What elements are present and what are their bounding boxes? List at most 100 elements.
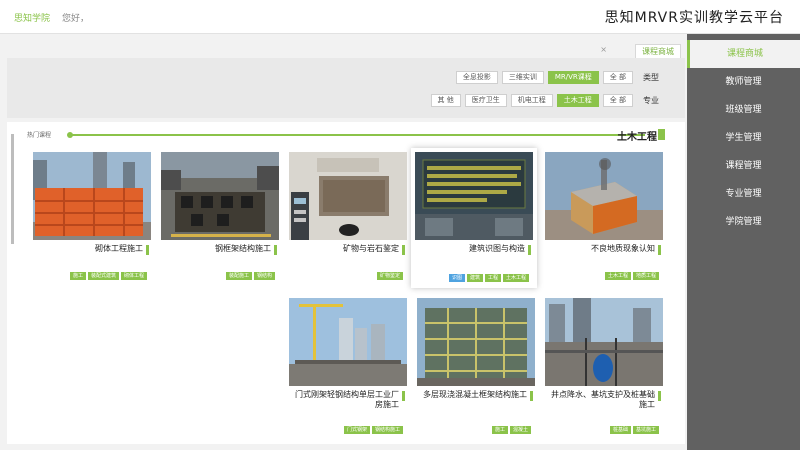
course-title: 井点降水、基坑支护及桩基础施工 [551,390,655,409]
course-thumbnail [545,298,663,386]
course-tags: 基坑施工 桩基础 [609,426,659,434]
course-tag: 装配式建筑 [87,272,119,280]
sidebar-item-colleges[interactable]: 学院管理 [687,208,800,236]
course-list-area: 热门课程 土木工程 不良地质现象认知 地质工程 土木工程 建筑识图与构造 土木工… [7,122,685,444]
course-tag: 建筑 [466,274,483,282]
major-filter-label: 专业 [643,95,659,105]
sidebar: 课程商城 教师管理 班级管理 学生管理 课程管理 专业管理 学院管理 [687,34,800,450]
sidebar-item-courses[interactable]: 课程管理 [687,152,800,180]
concrete-frame-scene-image [417,298,535,386]
course-tags: 矿物鉴定 [376,272,403,280]
course-tag: 装配施工 [225,272,252,280]
steel-frame-scene-image [161,152,279,240]
course-tags: 地质工程 土木工程 [604,272,659,280]
filter-panel: 类型 全 部 MR/VR课程 三维实训 全息投影 专业 全 部 土木工程 机电工… [7,58,685,118]
title-marker [658,245,661,255]
type-chip-hologram[interactable]: 全息投影 [455,70,498,84]
course-tag: 工程 [484,274,501,282]
top-header: 思知学院 您好， 思知MRVR实训教学云平台 [0,0,800,34]
course-title: 门式刚架轻钢结构单层工业厂房施工 [295,390,399,409]
course-thumbnail [289,298,407,386]
course-card-concrete-frame[interactable]: 多层现浇混凝土框架结构施工 混凝土 施工 [417,298,535,438]
sidebar-item-teachers[interactable]: 教师管理 [687,68,800,96]
course-tag: 门式钢架 [343,426,370,434]
sidebar-item-students[interactable]: 学生管理 [687,124,800,152]
major-chip-medical[interactable]: 医疗卫生 [464,93,507,107]
section-title: 土木工程 [617,132,657,143]
course-card-portal-frame[interactable]: 门式刚架轻钢结构单层工业厂房施工 钢结构施工 门式钢架 [289,298,407,438]
major-chip-mech[interactable]: 机电工程 [510,93,553,107]
course-thumbnail [289,152,407,240]
major-filter-row: 专业 全 部 土木工程 机电工程 医疗卫生 其 他 [430,93,665,107]
course-tags: 混凝土 施工 [491,426,531,434]
app-title: 思知MRVR实训教学云平台 [604,10,784,26]
course-card-steel-frame[interactable]: 钢框架结构施工 钢结构 装配施工 [161,152,279,284]
course-tag: 砌体工程 [120,272,147,280]
type-chip-3d[interactable]: 三维实训 [501,70,544,84]
course-thumbnail [161,152,279,240]
course-card-architecture[interactable]: 建筑识图与构造 土木工程 工程 建筑 识图 [411,148,537,288]
title-marker [530,391,533,401]
course-card-foundation[interactable]: 井点降水、基坑支护及桩基础施工 基坑施工 桩基础 [545,298,663,438]
course-thumbnail [33,152,151,240]
hot-courses-label: 热门课程 [27,132,52,139]
course-thumbnail [415,152,533,240]
course-tag: 基坑施工 [632,426,659,434]
course-card-masonry[interactable]: 砌体工程施工 砌体工程 装配式建筑 施工 [33,152,151,284]
major-chip-other[interactable]: 其 他 [430,93,461,107]
section-marker [658,129,665,140]
major-chip-civil[interactable]: 土木工程 [556,93,599,107]
course-title: 多层现浇混凝土框架结构施工 [423,390,527,399]
greeting-text: 您好， [62,14,90,24]
mineral-lab-image [289,152,407,240]
masonry-scene-image [33,152,151,240]
course-tags: 砌体工程 装配式建筑 施工 [69,272,147,280]
close-icon[interactable]: × [600,45,607,54]
course-tag: 矿物鉴定 [376,272,403,280]
foundation-scene-image [545,298,663,386]
course-thumbnail [545,152,663,240]
type-filter-row: 类型 全 部 MR/VR课程 三维实训 全息投影 [455,70,665,84]
title-marker [402,245,405,255]
course-title: 矿物与岩石鉴定 [343,244,399,253]
course-card-mineral[interactable]: 矿物与岩石鉴定 矿物鉴定 [289,152,407,284]
sidebar-item-course-mall[interactable]: 课程商城 [687,40,800,68]
course-card-geology[interactable]: 不良地质现象认知 地质工程 土木工程 [545,152,663,284]
course-tags: 钢结构 装配施工 [225,272,275,280]
course-tag: 钢结构 [253,272,275,280]
course-title: 不良地质现象认知 [591,244,655,253]
course-tag: 地质工程 [632,272,659,280]
major-chip-all[interactable]: 全 部 [602,93,633,107]
type-chip-all[interactable]: 全 部 [602,70,633,84]
title-marker [658,391,661,401]
course-tag: 识图 [448,274,465,282]
course-tag: 施工 [69,272,86,280]
course-tag: 混凝土 [509,426,531,434]
sidebar-item-classes[interactable]: 班级管理 [687,96,800,124]
course-title: 钢框架结构施工 [215,244,271,253]
sidebar-item-majors[interactable]: 专业管理 [687,180,800,208]
tab-bar: × 课程商城 [5,40,685,58]
geology-scene-image [545,152,663,240]
title-marker [528,245,531,255]
type-chip-mrvr[interactable]: MR/VR课程 [547,70,599,84]
scrollbar-thumb[interactable] [11,134,14,244]
portal-frame-scene-image [289,298,407,386]
tab-course-mall[interactable]: 课程商城 [635,44,681,58]
title-marker [146,245,149,255]
course-tags: 钢结构施工 门式钢架 [343,426,403,434]
course-tag: 土木工程 [604,272,631,280]
section-divider [71,134,645,136]
title-marker [274,245,277,255]
course-title: 砌体工程施工 [95,244,143,253]
course-tag: 钢结构施工 [371,426,403,434]
course-tags: 土木工程 工程 建筑 识图 [448,274,529,282]
main-area: × 课程商城 类型 全 部 MR/VR课程 三维实训 全息投影 专业 全 部 土… [5,38,685,446]
architecture-scene-image [415,152,533,240]
username-link[interactable]: 思知学院 [14,11,50,24]
course-tag: 土木工程 [502,274,529,282]
course-tag: 桩基础 [609,426,631,434]
course-thumbnail [417,298,535,386]
type-filter-label: 类型 [643,72,659,82]
title-marker [402,391,405,401]
